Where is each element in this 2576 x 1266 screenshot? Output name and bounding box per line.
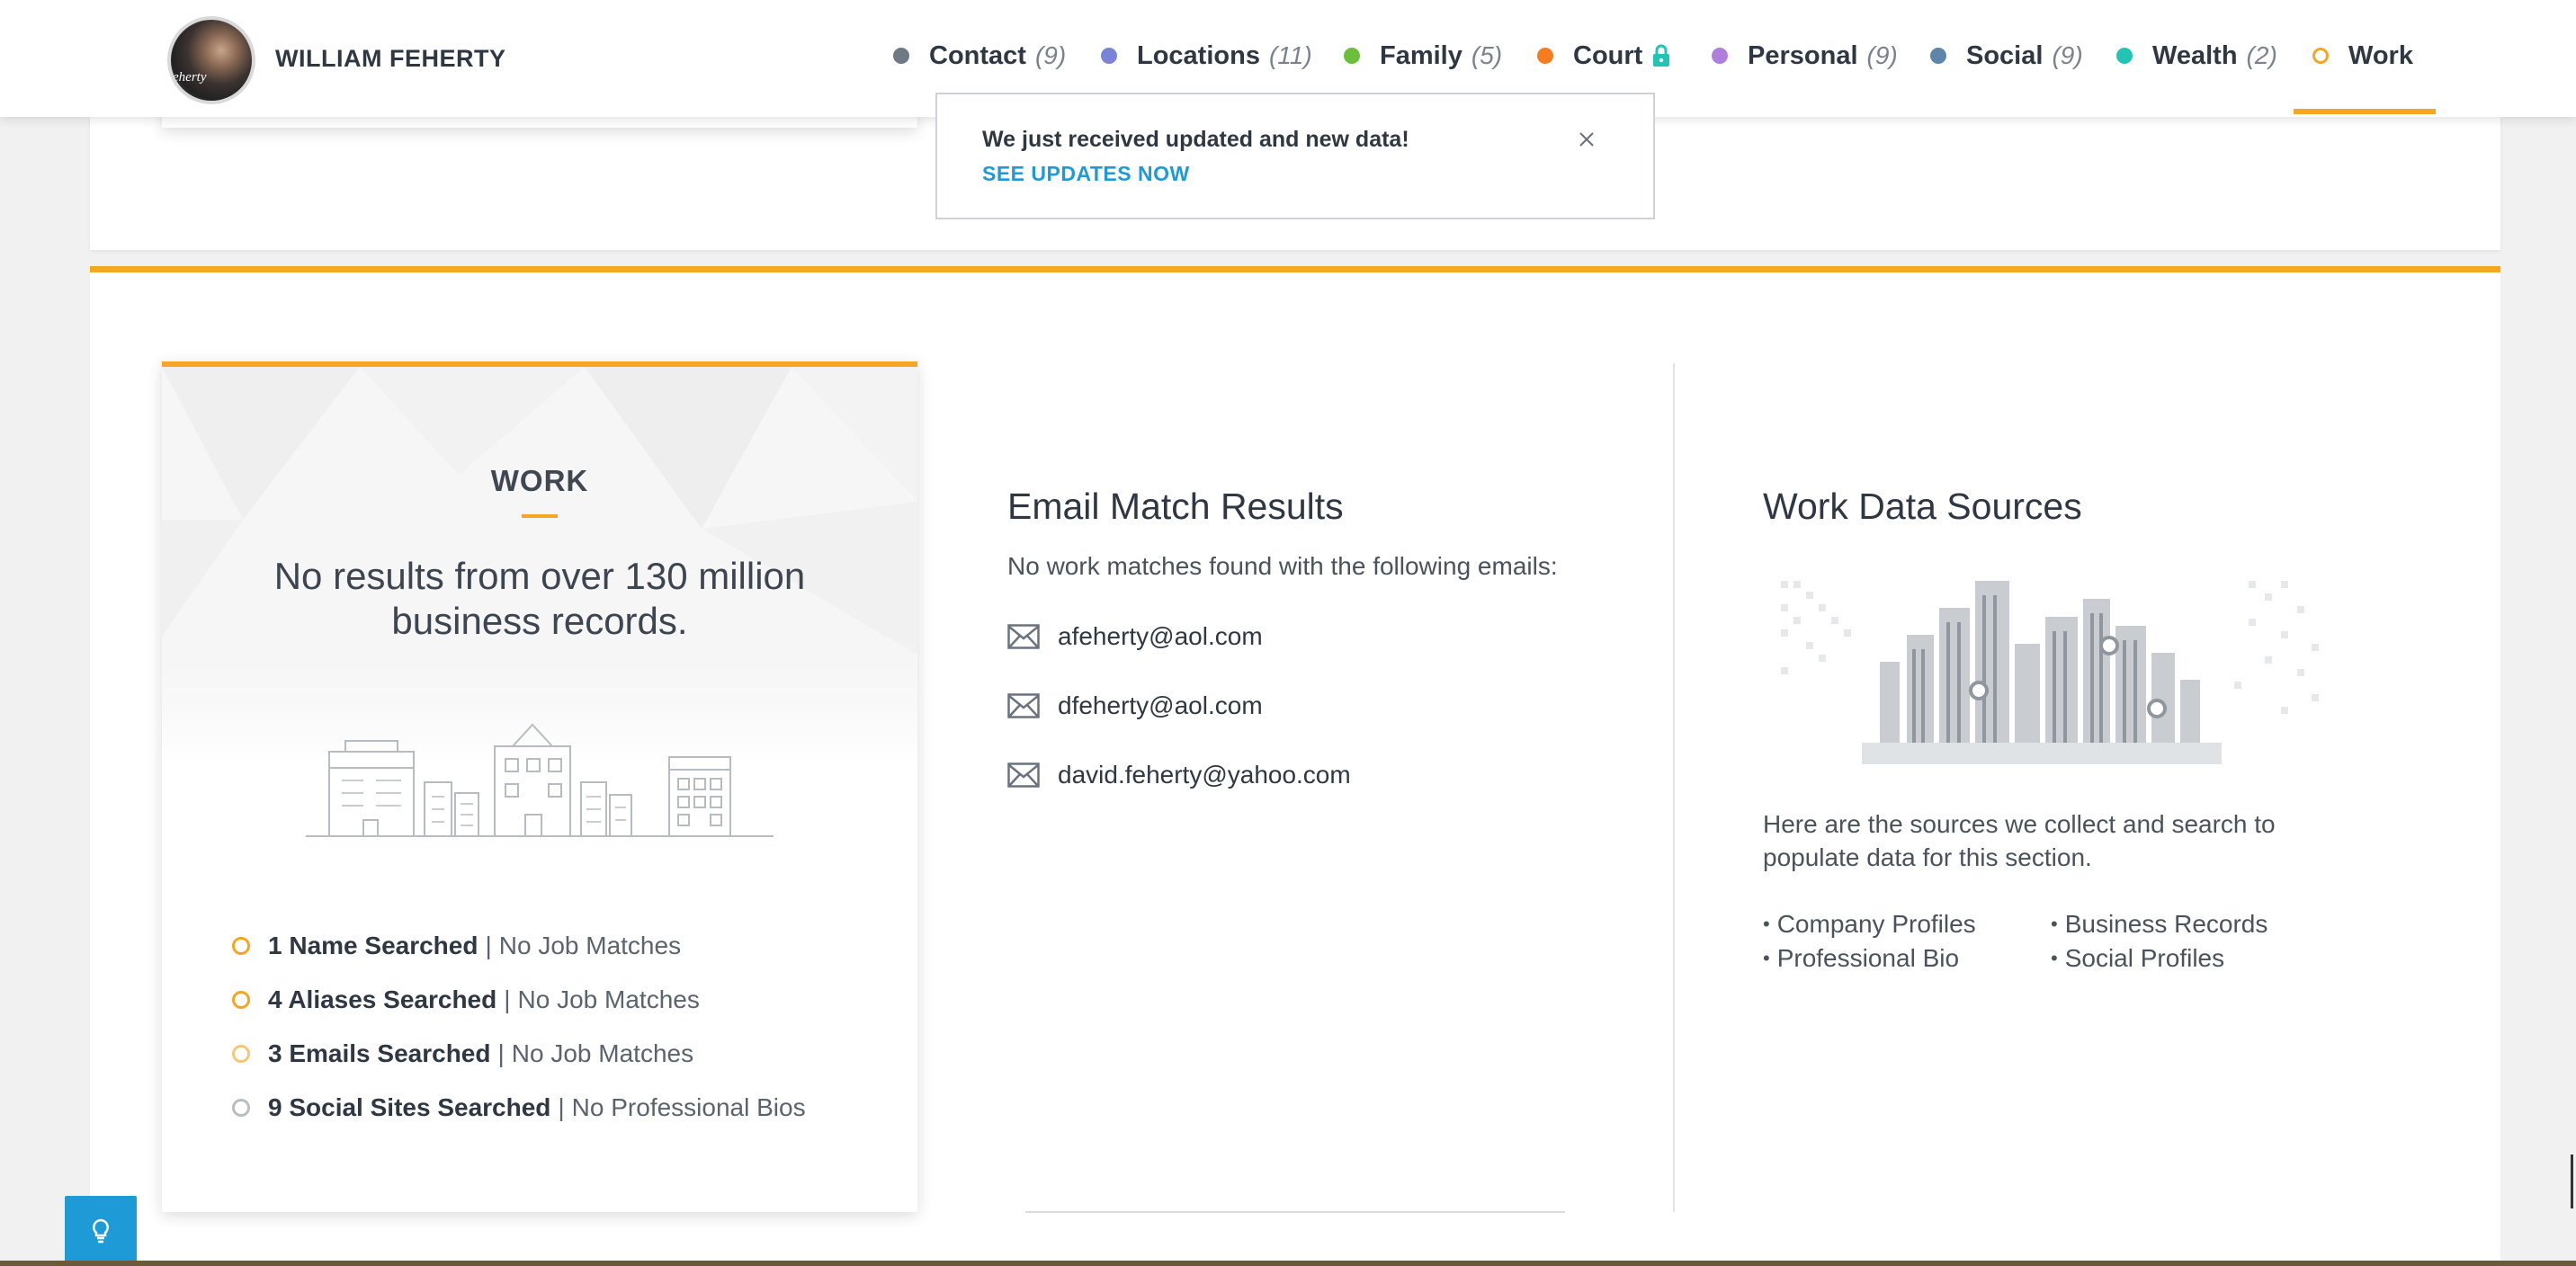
nav-ring-icon — [2312, 48, 2329, 64]
email-address: dfeherty@aol.com — [1058, 691, 1263, 719]
nav-label: Family — [1380, 40, 1462, 70]
stat-label: 1 Name Searched — [268, 932, 479, 959]
envelope-icon — [1007, 693, 1040, 718]
nav-label: Court — [1573, 40, 1643, 70]
status-ring-icon — [232, 937, 250, 955]
see-updates-link[interactable]: SEE UPDATES NOW — [982, 162, 1190, 186]
nav-count: (9) — [1034, 41, 1067, 69]
stat-result: No Job Matches — [517, 985, 700, 1013]
active-tab-underline — [2294, 109, 2436, 114]
nav-label: Social — [1966, 40, 2044, 70]
stat-row: 9 Social Sites Searched | No Professiona… — [232, 1090, 806, 1126]
city-buildings-illustration — [306, 723, 774, 837]
nav-item-personal[interactable]: Personal (9) — [1712, 40, 1898, 72]
scrollbar-edge — [2571, 1155, 2573, 1208]
nav-dot-icon — [1712, 48, 1728, 64]
card-heading: WORK — [490, 464, 589, 497]
nav-dot-icon — [893, 48, 909, 64]
lock-icon — [1653, 44, 1670, 67]
heading-accent-bar — [522, 514, 558, 518]
stat-result: No Job Matches — [498, 932, 682, 959]
nav-label: Locations — [1137, 40, 1260, 70]
window-bottom-edge — [0, 1261, 2576, 1266]
nav-item-locations[interactable]: Locations (11) — [1101, 40, 1312, 72]
source-item: Professional Bio — [1763, 944, 1959, 973]
nav-dot-icon — [1101, 48, 1117, 64]
no-results-message: No results from over 130 million busines… — [273, 555, 806, 642]
nav-count: (2) — [2246, 41, 2277, 69]
nav-count: (9) — [2052, 41, 2083, 69]
nav-item-social[interactable]: Social (9) — [1930, 40, 2083, 72]
status-ring-icon — [232, 1099, 250, 1117]
sources-description: Here are the sources we collect and sear… — [1763, 810, 2276, 871]
email-address: david.feherty@yahoo.com — [1058, 761, 1351, 789]
nav-count: (9) — [1866, 41, 1898, 69]
source-item: Social Profiles — [2051, 944, 2224, 973]
nav-dot-icon — [1930, 48, 1946, 64]
status-ring-icon — [232, 991, 250, 1009]
stat-separator: | — [485, 932, 492, 959]
city-skyline-illustration — [1781, 581, 2319, 764]
help-button[interactable] — [65, 1196, 137, 1266]
stat-result: No Professional Bios — [571, 1093, 806, 1121]
envelope-icon — [1007, 762, 1040, 788]
stat-separator: | — [497, 1039, 505, 1067]
envelope-icon — [1007, 624, 1040, 649]
source-item: Business Records — [2051, 910, 2268, 939]
sources-title: Work Data Sources — [1763, 486, 2082, 527]
stat-label: 4 Aliases Searched — [268, 985, 497, 1013]
notification-message: We just received updated and new data! — [982, 127, 1409, 152]
nav-label: Work — [2348, 40, 2413, 70]
update-notification: We just received updated and new data! S… — [935, 93, 1655, 219]
nav-count: (5) — [1471, 41, 1503, 69]
nav-item-work[interactable]: Work — [2312, 40, 2413, 72]
email-item: afeherty@aol.com — [1007, 619, 1263, 655]
close-icon[interactable] — [1576, 129, 1597, 150]
stat-separator: | — [558, 1093, 565, 1121]
nav-dot-icon — [1344, 48, 1360, 64]
nav-item-contact[interactable]: Contact (9) — [893, 40, 1066, 72]
status-ring-icon — [232, 1045, 250, 1063]
bottom-divider — [1025, 1211, 1565, 1213]
stat-separator: | — [504, 985, 511, 1013]
stat-label: 3 Emails Searched — [268, 1039, 491, 1067]
stat-label: 9 Social Sites Searched — [268, 1093, 551, 1121]
stat-row: 3 Emails Searched | No Job Matches — [232, 1036, 693, 1072]
stat-result: No Job Matches — [511, 1039, 694, 1067]
nav-item-court[interactable]: Court — [1537, 40, 1671, 72]
nav-count: (11) — [1268, 41, 1312, 69]
nav-item-wealth[interactable]: Wealth (2) — [2116, 40, 2277, 72]
work-summary-card: WORK No results from over 130 million bu… — [162, 361, 917, 1212]
nav-dot-icon — [1537, 48, 1553, 64]
lightbulb-icon — [93, 1218, 109, 1244]
stat-row: 4 Aliases Searched | No Job Matches — [232, 982, 700, 1018]
email-item: david.feherty@yahoo.com — [1007, 757, 1351, 793]
nav-label: Wealth — [2152, 40, 2238, 70]
email-results-title: Email Match Results — [1007, 486, 1344, 527]
email-item: dfeherty@aol.com — [1007, 688, 1263, 724]
email-results-subtitle: No work matches found with the following… — [1007, 552, 1558, 580]
nav-label: Personal — [1748, 40, 1858, 70]
nav-item-family[interactable]: Family (5) — [1344, 40, 1502, 72]
column-divider — [1673, 363, 1675, 1212]
email-address: afeherty@aol.com — [1058, 622, 1263, 650]
source-item: Company Profiles — [1763, 910, 1976, 939]
nav-label: Contact — [929, 40, 1026, 70]
stat-row: 1 Name Searched | No Job Matches — [232, 928, 681, 964]
nav-dot-icon — [2116, 48, 2133, 64]
